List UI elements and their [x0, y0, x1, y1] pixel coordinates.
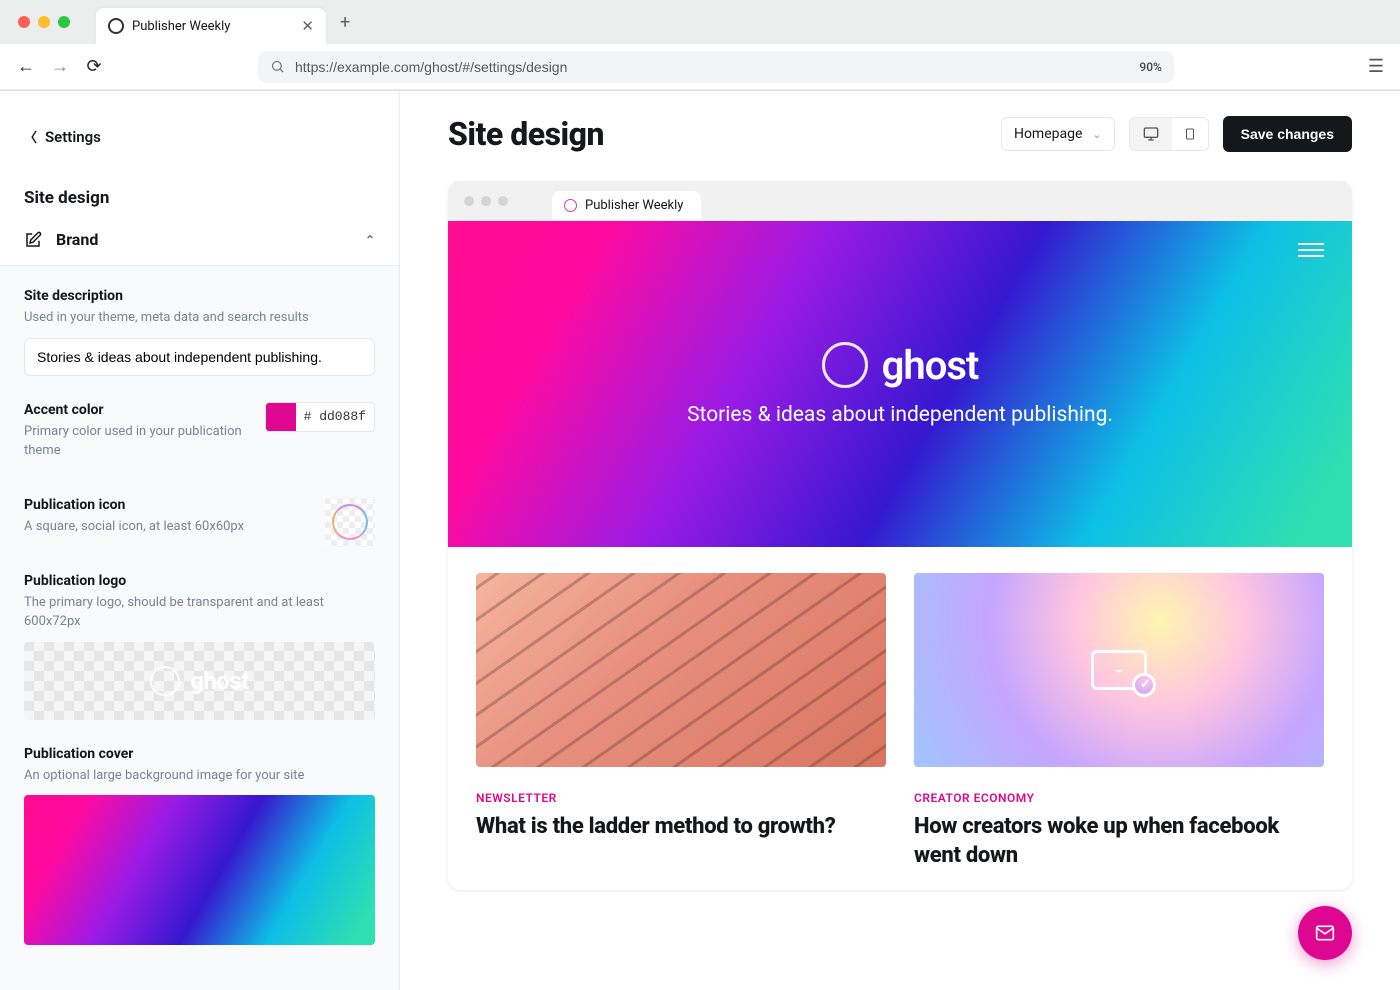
- browser-tab[interactable]: Publisher Weekly ✕: [96, 8, 326, 44]
- field-publication-cover: Publication cover An optional large back…: [24, 746, 375, 946]
- pub-cover-preview[interactable]: [24, 795, 375, 945]
- newsletter-fab[interactable]: [1298, 906, 1352, 960]
- site-description-input[interactable]: [24, 338, 375, 376]
- hero-brand: ghost: [882, 342, 979, 389]
- accent-color-picker[interactable]: # dd088f: [265, 402, 375, 432]
- dot-icon: [481, 196, 491, 206]
- view-toggle: [1129, 117, 1209, 151]
- tab-favicon-icon: [108, 18, 124, 34]
- mail-icon: [1313, 923, 1337, 943]
- hex-value: # dd088f: [296, 409, 374, 424]
- minimize-window-icon[interactable]: [38, 16, 50, 28]
- preview-card[interactable]: NEWSLETTER What is the ladder method to …: [476, 573, 886, 870]
- pub-logo-label: Publication logo: [24, 573, 375, 589]
- main: Site design Homepage ⌄ Save changes: [400, 91, 1400, 990]
- accent-color-label: Accent color: [24, 402, 253, 418]
- ghost-logo-text: ghost: [190, 667, 249, 695]
- chevron-left-icon: 〈: [24, 127, 37, 146]
- site-description-label: Site description: [24, 288, 375, 304]
- browser-menu-icon[interactable]: ☰: [1368, 56, 1384, 77]
- pub-icon-help: A square, social icon, at least 60x60px: [24, 517, 313, 537]
- chevron-up-icon: ⌃: [365, 233, 375, 247]
- forward-button[interactable]: →: [50, 56, 70, 77]
- desktop-view-button[interactable]: [1130, 118, 1172, 150]
- pub-logo-preview[interactable]: ghost: [24, 642, 375, 720]
- pub-logo-help: The primary logo, should be transparent …: [24, 593, 375, 632]
- dot-icon: [464, 196, 474, 206]
- preview-hero: ghost Stories & ideas about independent …: [448, 221, 1352, 547]
- tab-title: Publisher Weekly: [132, 19, 293, 34]
- zoom-level[interactable]: 90%: [1139, 60, 1161, 74]
- desktop-icon: [1142, 126, 1160, 142]
- page-select[interactable]: Homepage ⌄: [1001, 117, 1115, 151]
- field-accent-color: Accent color Primary color used in your …: [24, 402, 375, 471]
- header-controls: Homepage ⌄ Save changes: [1001, 116, 1352, 152]
- field-publication-logo: Publication logo The primary logo, shoul…: [24, 573, 375, 720]
- ghost-logo: ghost: [150, 666, 249, 696]
- close-window-icon[interactable]: [18, 16, 30, 28]
- pub-icon-label: Publication icon: [24, 497, 313, 513]
- save-button[interactable]: Save changes: [1223, 116, 1352, 152]
- card-tag: NEWSLETTER: [476, 791, 886, 805]
- mail-check-icon: [1091, 650, 1147, 690]
- sidebar-section-title: Site design: [0, 160, 399, 218]
- card-title: How creators woke up when facebook went …: [914, 813, 1324, 870]
- card-title: What is the ladder method to growth?: [476, 813, 886, 842]
- back-to-settings[interactable]: 〈 Settings: [0, 91, 399, 160]
- mobile-icon: [1184, 126, 1196, 142]
- page-select-value: Homepage: [1014, 126, 1082, 142]
- edit-icon: [24, 231, 42, 249]
- preview-tab-bar: Publisher Weekly: [448, 181, 1352, 221]
- card-tag: CREATOR ECONOMY: [914, 791, 1324, 805]
- accordion-label: Brand: [56, 230, 98, 249]
- preview-window-dots: [464, 196, 508, 206]
- main-header: Site design Homepage ⌄ Save changes: [448, 115, 1352, 153]
- browser-toolbar: ← → ⟳ 90% ☰: [0, 44, 1400, 90]
- card-image: [914, 573, 1324, 767]
- reload-button[interactable]: ⟳: [84, 56, 104, 77]
- app: 〈 Settings Site design Brand ⌃ Site desc…: [0, 91, 1400, 990]
- preview-card[interactable]: CREATOR ECONOMY How creators woke up whe…: [914, 573, 1324, 870]
- hamburger-icon[interactable]: [1298, 243, 1324, 257]
- brand-panel: Site description Used in your theme, met…: [0, 265, 399, 990]
- accordion-brand[interactable]: Brand ⌃: [0, 218, 399, 265]
- preview-cards: NEWSLETTER What is the ladder method to …: [448, 547, 1352, 890]
- mobile-view-button[interactable]: [1172, 118, 1208, 150]
- close-tab-icon[interactable]: ✕: [301, 17, 314, 35]
- back-label: Settings: [45, 128, 101, 146]
- url-bar[interactable]: 90%: [258, 51, 1174, 83]
- chevron-down-icon: ⌄: [1092, 128, 1101, 141]
- search-icon: [270, 59, 285, 74]
- site-description-help: Used in your theme, meta data and search…: [24, 308, 375, 328]
- window-controls: [18, 16, 70, 28]
- back-button[interactable]: ←: [16, 56, 36, 77]
- hero-logo: ghost: [822, 342, 979, 389]
- hero-tagline: Stories & ideas about independent publis…: [687, 403, 1113, 427]
- dot-icon: [498, 196, 508, 206]
- ring-icon: [332, 504, 368, 540]
- preview-favicon-icon: [564, 199, 577, 212]
- pub-icon-preview[interactable]: [325, 497, 375, 547]
- maximize-window-icon[interactable]: [58, 16, 70, 28]
- preview-browser-tab: Publisher Weekly: [552, 191, 701, 220]
- tab-bar: Publisher Weekly ✕ +: [0, 0, 1400, 44]
- pub-cover-label: Publication cover: [24, 746, 375, 762]
- pub-cover-help: An optional large background image for y…: [24, 766, 375, 786]
- field-publication-icon: Publication icon A square, social icon, …: [24, 497, 375, 547]
- color-swatch: [266, 402, 296, 432]
- ghost-ring-icon: [150, 666, 180, 696]
- preview-tab-title: Publisher Weekly: [585, 198, 683, 213]
- page-title: Site design: [448, 115, 604, 153]
- browser-chrome: Publisher Weekly ✕ + ← → ⟳ 90% ☰: [0, 0, 1400, 91]
- card-image: [476, 573, 886, 767]
- ghost-ring-icon: [822, 342, 868, 388]
- sidebar: 〈 Settings Site design Brand ⌃ Site desc…: [0, 91, 400, 990]
- url-input[interactable]: [295, 59, 1129, 75]
- accent-color-help: Primary color used in your publication t…: [24, 422, 253, 461]
- new-tab-button[interactable]: +: [334, 8, 356, 37]
- preview-frame: Publisher Weekly ghost Stories & ideas a…: [448, 181, 1352, 890]
- field-site-description: Site description Used in your theme, met…: [24, 288, 375, 376]
